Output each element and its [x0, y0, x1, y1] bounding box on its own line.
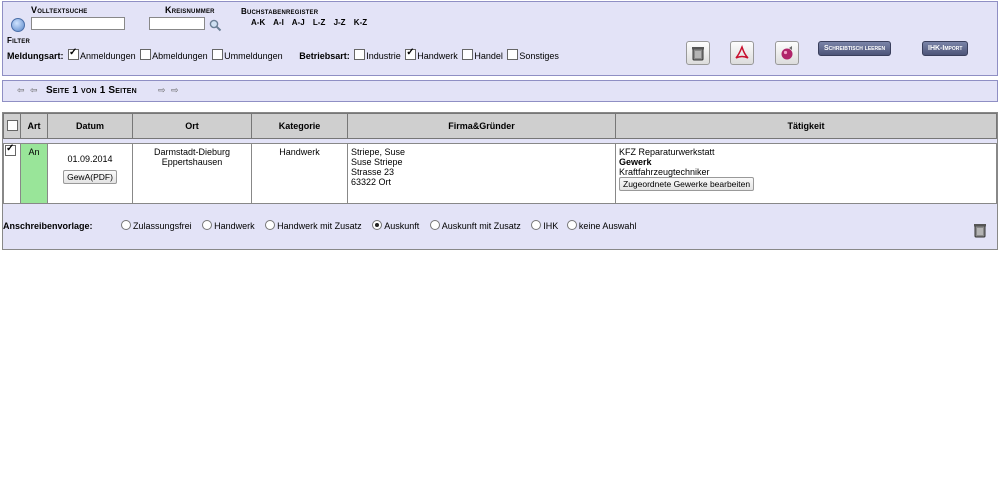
last-page-icon[interactable]: ⇨	[171, 85, 179, 96]
next-page-icon[interactable]: ⇨	[158, 85, 166, 96]
volltext-input[interactable]	[31, 17, 125, 30]
ihk-import-button[interactable]: IHK-Import	[922, 41, 969, 56]
ummeldungen-checkbox[interactable]	[212, 49, 224, 60]
pager: ⇦ ⇦ Seite 1 von 1 Seiten ⇨ ⇨	[2, 80, 998, 102]
abmeldungen-checkbox[interactable]	[140, 49, 152, 60]
radio-label: Zulassungsfrei	[133, 221, 192, 231]
first-page-icon[interactable]: ⇦	[17, 85, 25, 96]
results-panel: Art Datum Ort Kategorie Firma&Gründer Tä…	[2, 112, 998, 250]
checkbox-label: Abmeldungen	[152, 51, 208, 61]
col-header-ort[interactable]: Ort	[132, 113, 252, 139]
sonstiges-checkbox[interactable]	[507, 49, 519, 60]
meldungsart-label: Meldungsart:	[7, 51, 64, 61]
row-select-cell	[3, 143, 21, 204]
pdf-button[interactable]	[730, 41, 754, 65]
kreis-label: Kreisnummer	[165, 5, 215, 15]
kategorie-cell: Handwerk	[251, 143, 348, 204]
register-link[interactable]: A-K	[251, 18, 265, 27]
firma-line: Striepe, Suse	[351, 147, 406, 157]
col-header-art[interactable]: Art	[20, 113, 48, 139]
schreibtisch-leeren-button[interactable]: Schreibtisch leeren	[818, 41, 892, 56]
checkbox-label: Industrie	[366, 51, 401, 61]
checkbox-label: Ummeldungen	[224, 51, 283, 61]
ort-cell: Darmstadt-Dieburg Eppertshausen	[132, 143, 252, 204]
firma-cell: Striepe, Suse Suse Striepe Strasse 23 63…	[347, 143, 616, 204]
edit-gewerke-button[interactable]: Zugeordnete Gewerke bearbeiten	[619, 177, 755, 191]
meldungsart-group: Meldungsart: Anmeldungen Abmeldungen Umm…	[7, 47, 559, 61]
vorlage-radio-auskunft-zusatz[interactable]	[429, 220, 440, 230]
register-link[interactable]: A-J	[292, 18, 305, 27]
register-label: Buchstabenregister	[241, 7, 319, 16]
radio-label: IHK	[543, 221, 559, 231]
register-links: A-K A-I A-J L-Z J-Z K-Z	[251, 18, 367, 27]
pdf-icon	[735, 45, 749, 59]
radio-label: Handwerk	[214, 221, 255, 231]
search-filter-panel: Volltextsuche Kreisnummer Buchstabenregi…	[2, 1, 998, 76]
gewa-pdf-button[interactable]: GewA(PDF)	[63, 170, 117, 184]
vorlage-radio-ihk[interactable]	[531, 220, 542, 230]
betriebsart-label: Betriebsart:	[299, 51, 350, 61]
ort-line: Eppertshausen	[161, 157, 223, 167]
trash-icon	[692, 47, 704, 61]
checkbox-label: Handel	[474, 51, 503, 61]
trash-button[interactable]	[686, 41, 710, 65]
ball-icon	[781, 46, 793, 60]
col-header-taetigkeit[interactable]: Tätigkeit	[615, 113, 997, 139]
table-row[interactable]: An 01.09.2014 GewA(PDF) Darmstadt-Diebur…	[3, 143, 997, 204]
register-link[interactable]: K-Z	[354, 18, 367, 27]
firma-line: 63322 Ort	[351, 177, 392, 187]
table-header-row: Art Datum Ort Kategorie Firma&Gründer Tä…	[3, 113, 997, 139]
art-cell: An	[20, 143, 48, 204]
radio-label: Handwerk mit Zusatz	[277, 221, 362, 231]
register-link[interactable]: L-Z	[313, 18, 325, 27]
firma-line: Strasse 23	[351, 167, 395, 177]
search-icon[interactable]	[209, 19, 222, 34]
vorlage-label: Anschreibenvorlage:	[3, 221, 93, 231]
prev-page-icon[interactable]: ⇦	[30, 85, 38, 96]
taetigkeit-title: KFZ Reparaturwerkstatt	[619, 147, 715, 157]
vorlage-radio-auskunft[interactable]	[372, 220, 383, 230]
radio-label: Auskunft mit Zusatz	[441, 221, 521, 231]
export-button[interactable]	[775, 41, 799, 65]
radio-label: keine Auswahl	[578, 221, 637, 231]
checkbox-label: Sonstiges	[519, 51, 559, 61]
row-checkbox[interactable]	[5, 143, 16, 156]
gewerk-label: Gewerk	[619, 157, 652, 167]
select-all-header	[3, 113, 21, 139]
col-header-firma[interactable]: Firma&Gründer	[347, 113, 616, 139]
vorlage-radio-handwerk[interactable]	[202, 220, 213, 230]
handel-checkbox[interactable]	[462, 49, 474, 60]
register-link[interactable]: J-Z	[334, 18, 346, 27]
register-link[interactable]: A-I	[273, 18, 284, 27]
page-indicator: Seite 1 von 1 Seiten	[46, 85, 137, 96]
vorlage-radio-handwerk-zusatz[interactable]	[265, 220, 276, 230]
select-all-checkbox[interactable]	[6, 120, 18, 131]
handwerk-checkbox[interactable]	[405, 47, 417, 60]
vorlage-group: Anschreibenvorlage: Zulassungsfrei Handw…	[3, 220, 636, 231]
filter-label: Filter	[7, 36, 30, 45]
gewerk-detail: Kraftfahrzeugtechniker	[619, 167, 710, 177]
checkbox-label: Anmeldungen	[80, 51, 136, 61]
kreis-input[interactable]	[149, 17, 205, 30]
taetigkeit-cell: KFZ Reparaturwerkstatt Gewerk Kraftfahrz…	[615, 143, 997, 204]
ort-line: Darmstadt-Dieburg	[153, 147, 231, 157]
help-icon[interactable]	[11, 18, 25, 32]
trash-icon	[974, 224, 986, 238]
col-header-kategorie[interactable]: Kategorie	[251, 113, 348, 139]
col-header-datum[interactable]: Datum	[47, 113, 133, 139]
volltext-label: Volltextsuche	[31, 5, 88, 15]
firma-line: Suse Striepe	[351, 157, 403, 167]
datum-value: 01.09.2014	[67, 154, 113, 164]
industrie-checkbox[interactable]	[354, 49, 366, 60]
radio-label: Auskunft	[384, 221, 420, 231]
datum-cell: 01.09.2014 GewA(PDF)	[47, 143, 133, 204]
delete-row-button[interactable]	[973, 222, 987, 240]
results-table: Art Datum Ort Kategorie Firma&Gründer Tä…	[3, 113, 997, 204]
checkbox-label: Handwerk	[417, 51, 458, 61]
vorlage-radio-zulassungsfrei[interactable]	[121, 220, 132, 230]
anmeldungen-checkbox[interactable]	[68, 47, 80, 60]
vorlage-radio-keine[interactable]	[566, 220, 577, 230]
